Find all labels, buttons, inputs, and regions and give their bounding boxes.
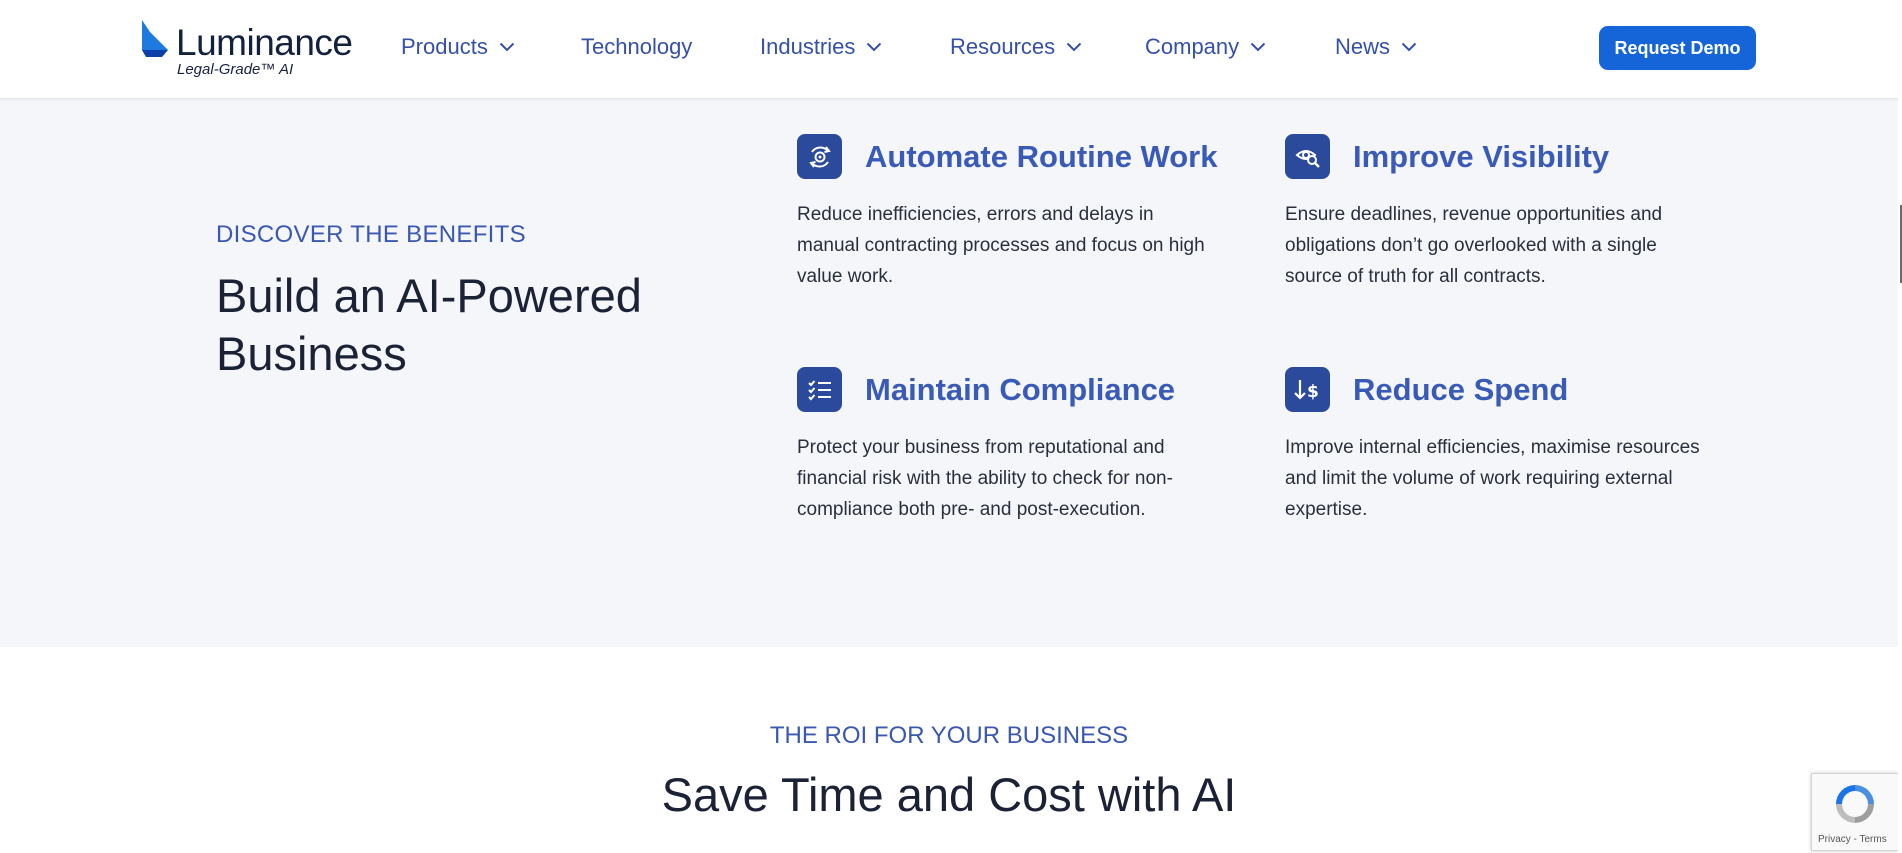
section-eyebrow: DISCOVER THE BENEFITS <box>216 221 526 248</box>
benefit-title: Improve Visibility <box>1353 138 1610 174</box>
svg-text:$: $ <box>1307 382 1319 402</box>
nav-item-label: Products <box>401 34 488 59</box>
checklist-icon <box>797 367 842 412</box>
recaptcha-icon <box>1836 785 1874 823</box>
gear-cycle-icon <box>797 134 842 179</box>
nav-item-label: Resources <box>950 34 1056 59</box>
roi-section: THE ROI FOR YOUR BUSINESS Save Time and … <box>0 647 1898 853</box>
benefit-description: Ensure deadlines, revenue opportunities … <box>1285 204 1663 287</box>
chevron-down-icon <box>499 42 515 52</box>
request-demo-button[interactable]: Request Demo <box>1599 26 1756 70</box>
nav-item-label: Technology <box>581 34 693 59</box>
recaptcha-links[interactable]: Privacy - Terms <box>1818 834 1887 845</box>
logo-wordmark: Luminance <box>176 22 353 63</box>
nav-item-products[interactable]: Products <box>401 34 515 60</box>
benefit-description: Reduce inefficiencies, errors and delays… <box>797 204 1205 287</box>
scrollbar-track[interactable] <box>1898 0 1902 853</box>
benefit-description: Protect your business from reputational … <box>797 437 1173 520</box>
chevron-down-icon <box>1250 42 1266 52</box>
nav-item-resources[interactable]: Resources <box>950 34 1082 60</box>
benefit-card-visibility: Improve Visibility Ensure deadlines, rev… <box>1285 134 1725 292</box>
top-navigation: Luminance Legal-Grade™ AI Products Techn… <box>0 0 1898 99</box>
section-title: Save Time and Cost with AI <box>661 768 1237 821</box>
benefit-title: Maintain Compliance <box>865 371 1176 407</box>
logo-tagline: Legal-Grade™ AI <box>177 61 294 78</box>
chevron-down-icon <box>866 42 882 52</box>
benefit-card-automate: Automate Routine Work Reduce inefficienc… <box>797 134 1237 292</box>
reduce-spend-icon: $ <box>1285 367 1330 412</box>
nav-item-technology[interactable]: Technology <box>581 34 692 60</box>
benefit-title: Reduce Spend <box>1353 371 1569 407</box>
chevron-down-icon <box>1066 42 1082 52</box>
nav-item-news[interactable]: News <box>1335 34 1417 60</box>
benefit-description: Improve internal efficiencies, maximise … <box>1285 437 1700 520</box>
section-eyebrow: THE ROI FOR YOUR BUSINESS <box>769 722 1129 749</box>
nav-item-industries[interactable]: Industries <box>760 34 882 60</box>
benefits-section: DISCOVER THE BENEFITS Build an AI-Powere… <box>0 99 1898 647</box>
nav-item-label: News <box>1335 34 1391 59</box>
visibility-search-icon <box>1285 134 1330 179</box>
section-title: Build an AI-Powered Business <box>216 269 642 380</box>
benefit-title: Automate Routine Work <box>865 138 1218 174</box>
nav-item-label: Company <box>1145 34 1240 59</box>
sail-logo-icon <box>142 20 168 57</box>
luminance-logo[interactable]: Luminance Legal-Grade™ AI <box>140 18 353 80</box>
nav-item-label: Industries <box>760 34 856 59</box>
recaptcha-badge[interactable]: Privacy - Terms <box>1811 773 1898 851</box>
chevron-down-icon <box>1401 42 1417 52</box>
nav-item-company[interactable]: Company <box>1145 34 1266 60</box>
benefit-card-spend: $ Reduce Spend Improve internal efficien… <box>1285 367 1725 525</box>
benefit-card-compliance: Maintain Compliance Protect your busines… <box>797 367 1237 525</box>
